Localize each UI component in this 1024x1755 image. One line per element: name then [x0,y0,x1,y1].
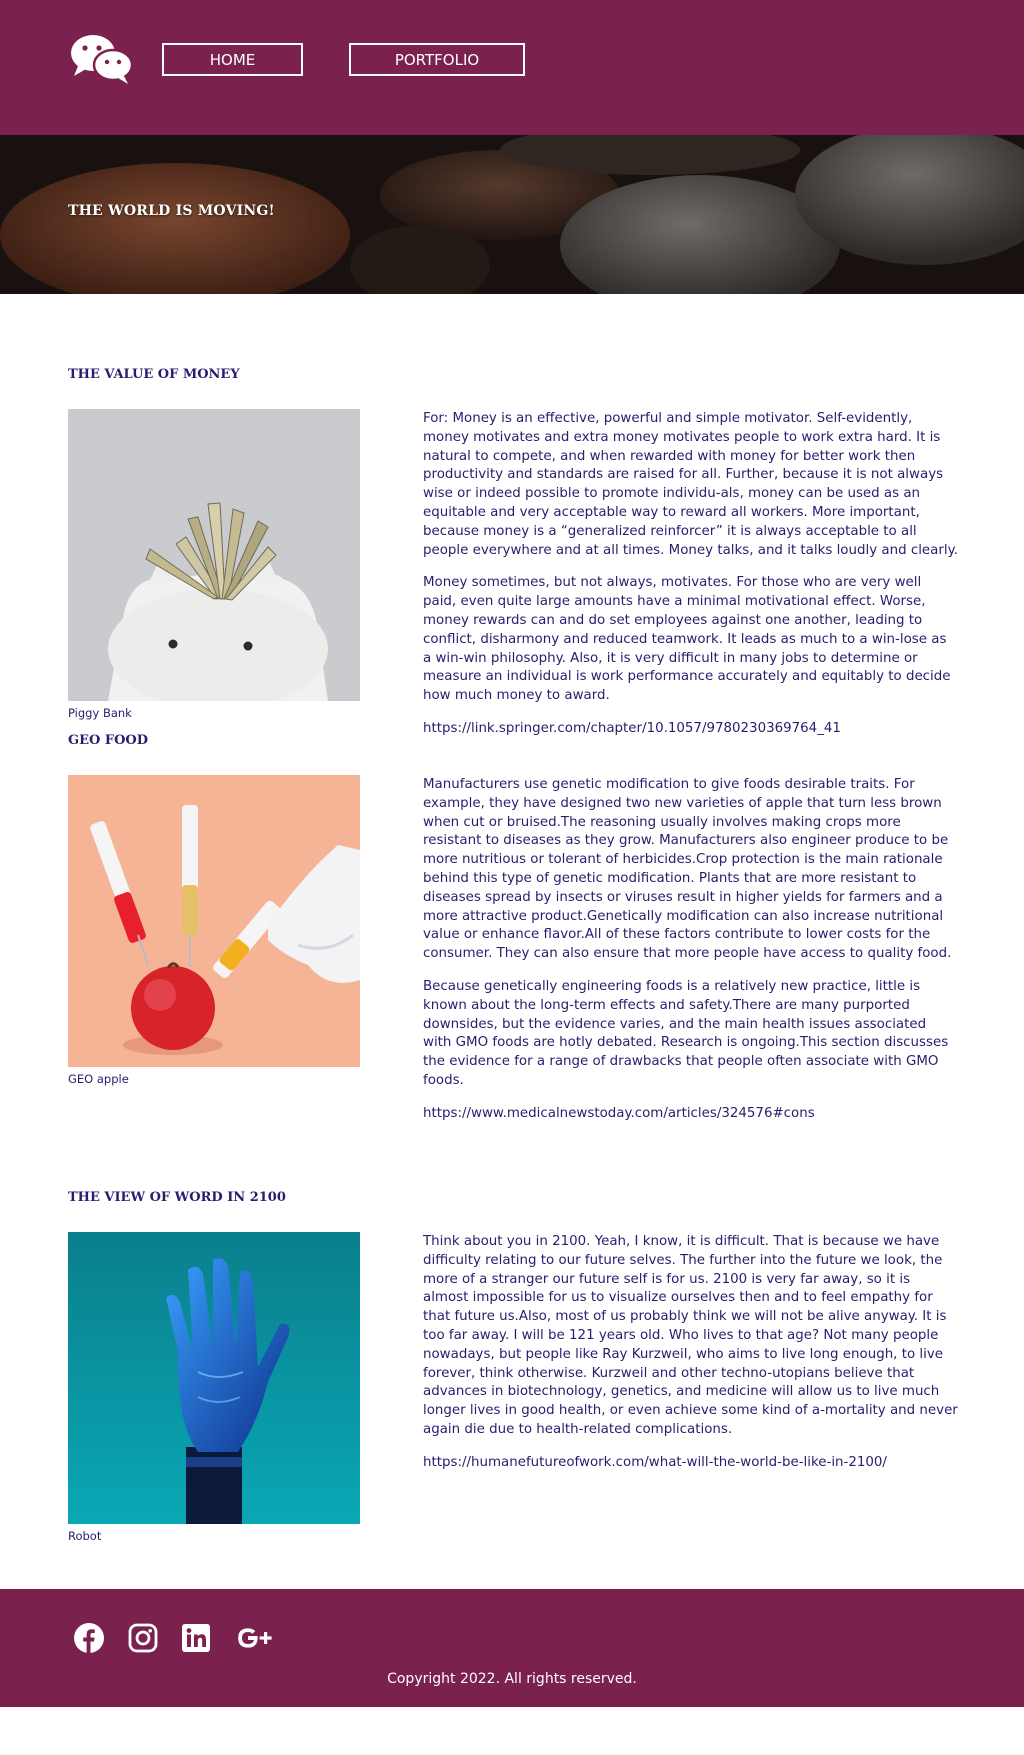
section-title: GEO FOOD [68,733,149,748]
section-geo-food: GEO FOOD GEO apple Manufacturers use gen… [0,726,1024,1183]
main-content: THE VALUE OF MONEY Piggy Bank For: Money… [0,294,1024,1589]
section-value-of-money: THE VALUE OF MONEY Piggy Bank For: Money… [0,294,1024,736]
image-caption: GEO apple [68,1072,129,1086]
robot-hand-photo [68,1232,360,1524]
section-title: THE VIEW OF WORD IN 2100 [68,1190,286,1205]
nav-home-button[interactable]: HOME [162,43,303,76]
section-text: Manufacturers use genetic modification t… [423,776,958,1138]
geo-apple-photo [68,775,360,1067]
source-link[interactable]: https://www.medicalnewstoday.com/article… [423,1105,958,1124]
section-title: THE VALUE OF MONEY [68,367,240,382]
copyright-text: Copyright 2022. All rights reserved. [387,1671,637,1687]
google-plus-icon[interactable] [235,1622,275,1654]
paragraph: Manufacturers use genetic modification t… [423,777,952,962]
hero-title: THE WORLD IS MOVING! [68,203,275,219]
image-caption: Piggy Bank [68,706,132,720]
paragraph: Because genetically engineering foods is… [423,978,949,1088]
linkedin-icon[interactable] [180,1622,212,1654]
hero-banner: THE WORLD IS MOVING! [0,135,1024,294]
paragraph: Think about you in 2100. Yeah, I know, i… [423,1234,958,1437]
section-text: For: Money is an effective, powerful and… [423,410,958,753]
section-text: Think about you in 2100. Yeah, I know, i… [423,1233,958,1487]
facebook-icon[interactable] [73,1622,105,1654]
wechat-icon[interactable] [68,32,134,86]
site-header: HOME PORTFOLIO [0,0,1024,135]
paragraph: Money sometimes, but not always, motivat… [423,575,951,704]
section-view-of-word-2100: THE VIEW OF WORD IN 2100 Robot Think abo… [0,1183,1024,1589]
paragraph: For: Money is an effective, powerful and… [423,411,958,558]
image-caption: Robot [68,1529,102,1543]
piggy-bank-photo [68,409,360,701]
instagram-icon[interactable] [127,1622,159,1654]
nav-portfolio-button[interactable]: PORTFOLIO [349,43,525,76]
source-link[interactable]: https://humanefutureofwork.com/what-will… [423,1454,958,1473]
site-footer: Copyright 2022. All rights reserved. [0,1589,1024,1707]
